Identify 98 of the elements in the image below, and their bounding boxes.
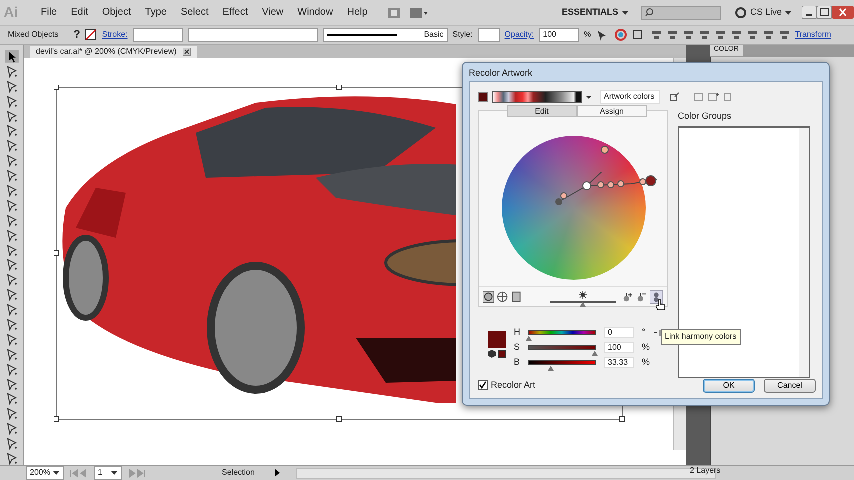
menu-arrow-icon[interactable] bbox=[274, 469, 280, 477]
current-color-swatch bbox=[478, 92, 488, 102]
profile-name: Basic bbox=[424, 29, 444, 41]
value-field[interactable]: 0 bbox=[604, 327, 634, 338]
preset-name-field[interactable]: Artwork colors bbox=[600, 90, 660, 104]
align-icon[interactable] bbox=[779, 29, 790, 41]
page-field[interactable]: 1 bbox=[94, 466, 122, 480]
ok-button[interactable]: OK bbox=[703, 379, 755, 393]
align-icon[interactable] bbox=[731, 29, 742, 41]
smooth-color-wheel-icon[interactable] bbox=[483, 290, 494, 302]
brightness-icon bbox=[578, 290, 588, 298]
tooltip: Link harmony colors bbox=[661, 329, 741, 345]
remove-color-tool-icon[interactable] bbox=[636, 290, 647, 302]
menu-item[interactable]: Help bbox=[340, 5, 375, 20]
menu-item[interactable]: Select bbox=[174, 5, 216, 20]
value-field[interactable]: 33.33 bbox=[604, 357, 634, 368]
stroke-none-swatch[interactable] bbox=[85, 29, 98, 41]
unit-label: ° bbox=[642, 326, 646, 339]
web-safe-swatch bbox=[498, 350, 506, 358]
list-scrollbar[interactable] bbox=[799, 128, 809, 376]
add-color-tool-icon[interactable] bbox=[622, 290, 633, 302]
caret-icon[interactable] bbox=[785, 10, 792, 16]
caret-icon[interactable] bbox=[622, 10, 630, 16]
slider-thumb[interactable] bbox=[548, 366, 554, 371]
align-icon[interactable] bbox=[715, 29, 726, 41]
search-field[interactable] bbox=[641, 6, 722, 20]
search-icon bbox=[645, 8, 654, 17]
align-icon[interactable] bbox=[699, 29, 710, 41]
cancel-button[interactable]: Cancel bbox=[764, 379, 816, 393]
channel-label: H bbox=[514, 326, 520, 339]
caret-icon[interactable] bbox=[111, 470, 118, 476]
segmented-color-wheel-icon[interactable] bbox=[497, 290, 508, 302]
menu-item[interactable]: File bbox=[34, 5, 64, 20]
dialog-title: Recolor Artwork bbox=[468, 67, 534, 80]
color-cube-icon bbox=[488, 350, 496, 358]
selected-color-swatch bbox=[488, 331, 506, 348]
selection-type: Mixed Objects bbox=[8, 29, 59, 41]
document-tab[interactable]: devil's car.ai* @ 200% (CMYK/Preview) bbox=[30, 46, 197, 58]
menu-item[interactable]: Window bbox=[290, 5, 340, 20]
menu-item[interactable]: Edit bbox=[64, 5, 96, 20]
variable-width-field[interactable] bbox=[188, 28, 318, 42]
selection-tool-icon[interactable] bbox=[4, 50, 18, 63]
save-changes-icon[interactable] bbox=[670, 92, 680, 102]
fill-mixed-swatch[interactable]: ? bbox=[74, 26, 80, 44]
cs-live-menu[interactable]: CS Live bbox=[750, 6, 782, 20]
opacity-field[interactable]: 100 bbox=[539, 28, 580, 42]
cs-live-icon bbox=[735, 6, 748, 18]
maximize-button[interactable] bbox=[817, 6, 832, 19]
minimize-button[interactable] bbox=[802, 6, 817, 19]
close-icon[interactable] bbox=[182, 48, 191, 56]
color-groups-label: Color Groups bbox=[678, 110, 733, 123]
channel-label: B bbox=[514, 356, 520, 369]
recolor-artwork-icon[interactable] bbox=[615, 29, 628, 41]
channel-label: S bbox=[514, 340, 520, 354]
bridge-icon[interactable] bbox=[386, 6, 401, 18]
unit-label: % bbox=[642, 356, 650, 369]
document-title: devil's car.ai* @ 200% (CMYK/Preview) bbox=[36, 46, 177, 58]
opacity-link[interactable]: Opacity: bbox=[504, 29, 534, 41]
align-icon[interactable] bbox=[683, 29, 694, 41]
align-icon[interactable] bbox=[763, 29, 774, 41]
menu-item[interactable]: View bbox=[255, 5, 291, 20]
menu-item[interactable]: Effect bbox=[216, 5, 256, 20]
stroke-link[interactable]: Stroke: bbox=[102, 29, 128, 41]
align-icon[interactable] bbox=[667, 29, 678, 41]
zoom-value: 200% bbox=[30, 467, 50, 479]
dialog-tab[interactable]: Edit bbox=[507, 105, 577, 117]
menu-item[interactable]: Type bbox=[138, 5, 174, 20]
checkbox-label: Recolor Art bbox=[491, 378, 536, 392]
line-icon bbox=[326, 33, 397, 37]
zoom-field[interactable]: 200% bbox=[26, 466, 64, 480]
close-button[interactable] bbox=[832, 6, 854, 19]
stroke-profile-field[interactable]: Basic bbox=[322, 28, 448, 42]
unit-label: % bbox=[642, 340, 650, 354]
workspace-switcher[interactable]: ESSENTIALS bbox=[562, 6, 618, 20]
new-color-group-icon[interactable] bbox=[708, 92, 720, 102]
slider-thumb[interactable] bbox=[580, 302, 586, 306]
app-logo: Ai bbox=[4, 3, 19, 22]
harmony-marker bbox=[601, 146, 609, 154]
recolor-art-checkbox[interactable] bbox=[478, 380, 488, 390]
value-field[interactable]: 100 bbox=[604, 342, 634, 353]
graphic-style-field[interactable] bbox=[478, 28, 500, 42]
color-groups-list[interactable] bbox=[678, 126, 810, 378]
arrange-documents-icon[interactable] bbox=[408, 6, 429, 18]
align-icon[interactable] bbox=[651, 29, 662, 41]
stroke-weight-field[interactable] bbox=[132, 28, 183, 42]
align-icon[interactable] bbox=[747, 29, 758, 41]
page-number: 1 bbox=[98, 467, 102, 479]
caret-icon[interactable] bbox=[53, 470, 60, 476]
current-tool-status[interactable]: Selection bbox=[222, 467, 255, 479]
transform-link[interactable]: Transform bbox=[795, 29, 832, 41]
style-label: Style: bbox=[452, 29, 473, 41]
percent-sign: % bbox=[584, 29, 592, 41]
dialog-tab[interactable]: Assign bbox=[577, 105, 647, 117]
color-group-strip[interactable] bbox=[492, 91, 582, 103]
layers-count: 2 Layers bbox=[690, 465, 721, 477]
menu-item[interactable]: Object bbox=[95, 5, 138, 20]
link-harmony-colors-icon[interactable] bbox=[650, 290, 663, 304]
color-bars-icon[interactable] bbox=[511, 290, 523, 302]
